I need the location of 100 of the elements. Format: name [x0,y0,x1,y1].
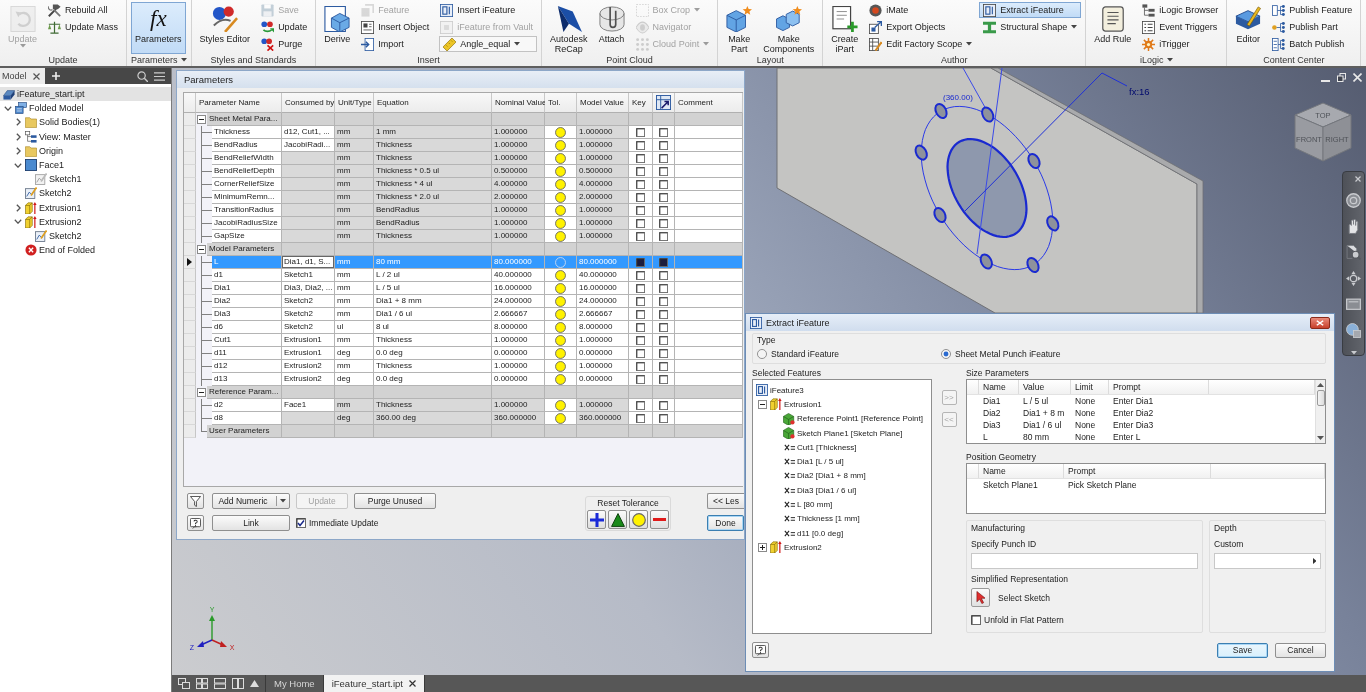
export-checkbox[interactable] [659,218,668,228]
ribbon-button[interactable]: Make Part [722,2,757,54]
ribbon-button[interactable]: Autodesk ReCap [546,2,592,54]
ribbon-button[interactable]: Export Objects [865,19,977,35]
export-checkbox[interactable] [659,283,668,293]
ribbon-button[interactable]: Batch Publish [1268,36,1357,52]
style-dropdown[interactable]: Angle_equal [439,36,538,52]
collapse-icon[interactable] [197,388,206,397]
dialog-button[interactable]: Cancel [1275,642,1326,658]
export-checkbox[interactable] [659,361,668,371]
column-header[interactable]: Value [1019,380,1071,394]
chevron-down-icon[interactable] [4,105,12,111]
ribbon-button[interactable]: Make Components [759,2,819,54]
close-button[interactable] [1310,316,1330,329]
key-checkbox[interactable] [636,218,645,228]
scroll-down-icon[interactable] [1317,436,1324,440]
ribbon-button[interactable]: Create iPart [827,2,863,54]
parameter-row[interactable]: d12 Extrusion2 mm Thickness 1.000000 1.000000 [184,360,743,373]
filter-button[interactable] [187,493,204,509]
dialog-button[interactable]: Save [1217,642,1268,658]
row-header[interactable] [184,256,196,269]
checkbox[interactable] [296,518,306,528]
parameter-row[interactable]: TransitionRadius mm BendRadius 1.000000 1.000000 [184,204,743,217]
tolerance-button[interactable] [587,510,606,529]
key-checkbox[interactable] [636,361,645,371]
document-tab[interactable]: My Home [266,675,324,692]
column-header[interactable]: Name [979,380,1019,394]
ribbon-button[interactable]: Publish Feature [1268,2,1357,18]
chevron-down-icon[interactable] [14,219,22,225]
orbit-icon[interactable] [1346,271,1361,286]
arrow-right-icon[interactable] [1312,558,1316,564]
parameter-row[interactable]: d13 Extrusion2 deg 0.0 deg 0.000000 0.000000 [184,373,743,386]
key-checkbox[interactable] [636,179,645,189]
view-cube[interactable] [1294,102,1352,162]
column-header[interactable]: Parameter Name [196,93,282,113]
key-checkbox[interactable] [636,153,645,163]
ribbon-button[interactable]: Publish Part [1268,19,1357,35]
key-checkbox[interactable] [636,309,645,319]
help-button[interactable] [752,642,769,658]
chevron-right-icon[interactable] [15,118,21,127]
expand-icon[interactable] [758,542,767,552]
ribbon-button[interactable]: Update [257,19,312,35]
ribbon-button[interactable]: Attach [594,2,629,54]
column-header[interactable]: Prompt [1109,380,1209,394]
tree-item[interactable]: d11 [0.0 deg] [753,525,931,541]
tree-item[interactable]: iFeature3 [753,383,931,398]
export-checkbox[interactable] [659,374,668,384]
key-checkbox[interactable] [636,140,645,150]
export-checkbox[interactable] [659,153,668,163]
column-header[interactable]: Limit [1071,380,1109,394]
add-numeric-button[interactable]: Add Numeric [212,493,290,509]
export-checkbox[interactable] [659,205,668,215]
export-checkbox[interactable] [659,179,668,189]
ribbon-button[interactable]: Edit Factory Scope [865,36,977,52]
ribbon-button[interactable]: Derive [320,2,355,54]
tree-item[interactable]: Cut1 [Thickness] [753,440,931,455]
parameter-row[interactable]: Cut1 Extrusion1 mm Thickness 1.000000 1.000000 [184,334,743,347]
ribbon-button[interactable]: Add Rule [1090,2,1136,54]
key-checkbox[interactable] [636,296,645,306]
column-header[interactable]: Consumed by [282,93,335,113]
ribbon-button[interactable]: Editor [1231,2,1266,54]
chevron-down-icon[interactable] [14,162,22,168]
parameter-row[interactable]: BendReliefDepth mm Thickness * 0.5 ul 0.500000 0.500000 [184,165,743,178]
tolerance-button[interactable] [629,510,648,529]
export-checkbox[interactable] [659,348,668,358]
ribbon-button[interactable]: Extract iFeature [979,2,1082,18]
tree-item[interactable]: Sketch Plane1 [Sketch Plane] [753,425,931,441]
ribbon-button[interactable]: iLogic Browser [1138,2,1223,18]
key-checkbox[interactable] [636,231,645,241]
ribbon-button[interactable]: Purge [257,36,312,52]
parameter-row[interactable]: Dia3 Sketch2 mm Dia1 / 6 ul 2.666667 2.666667 [184,308,743,321]
column-header[interactable]: Key [629,93,653,113]
search-icon[interactable] [137,70,148,82]
tree-item[interactable]: Thickness [1 mm] [753,511,931,526]
checkbox[interactable] [971,615,981,625]
tree-item[interactable]: Extrusion1 [0,200,171,215]
tree-item[interactable]: Sketch1 [0,172,171,187]
tree-item[interactable]: Folded Model [0,101,171,116]
input-field[interactable] [1214,553,1321,569]
parameter-row[interactable]: BendRadius JacobiRadi... mm Thickness 1.000000 1.000000 [184,139,743,152]
ribbon-button[interactable]: iTrigger [1138,36,1223,52]
tree-item[interactable]: Origin [0,143,171,158]
close-icon[interactable] [408,680,416,687]
ribbon-button[interactable]: Styles Editor [195,2,255,54]
link-button[interactable]: Link [212,515,290,531]
export-checkbox[interactable] [659,257,668,267]
caret-icon[interactable] [1350,351,1357,355]
column-header[interactable]: Equation [374,93,492,113]
columns-icon[interactable] [232,678,244,689]
export-checkbox[interactable] [659,140,668,150]
ribbon-button[interactable]: Update Mass [44,19,123,35]
tree-item[interactable]: Reference Point1 [Reference Point] [753,411,931,426]
export-checkbox[interactable] [659,413,668,423]
tree-item[interactable]: Sketch2 [0,186,171,201]
ribbon-button[interactable]: Rebuild All [44,2,123,18]
key-checkbox[interactable] [636,192,645,202]
tree-item[interactable]: Dia3 [Dia1 / 6 ul] [753,483,931,498]
export-checkbox[interactable] [659,231,668,241]
key-checkbox[interactable] [636,270,645,280]
menu-icon[interactable] [154,71,165,81]
